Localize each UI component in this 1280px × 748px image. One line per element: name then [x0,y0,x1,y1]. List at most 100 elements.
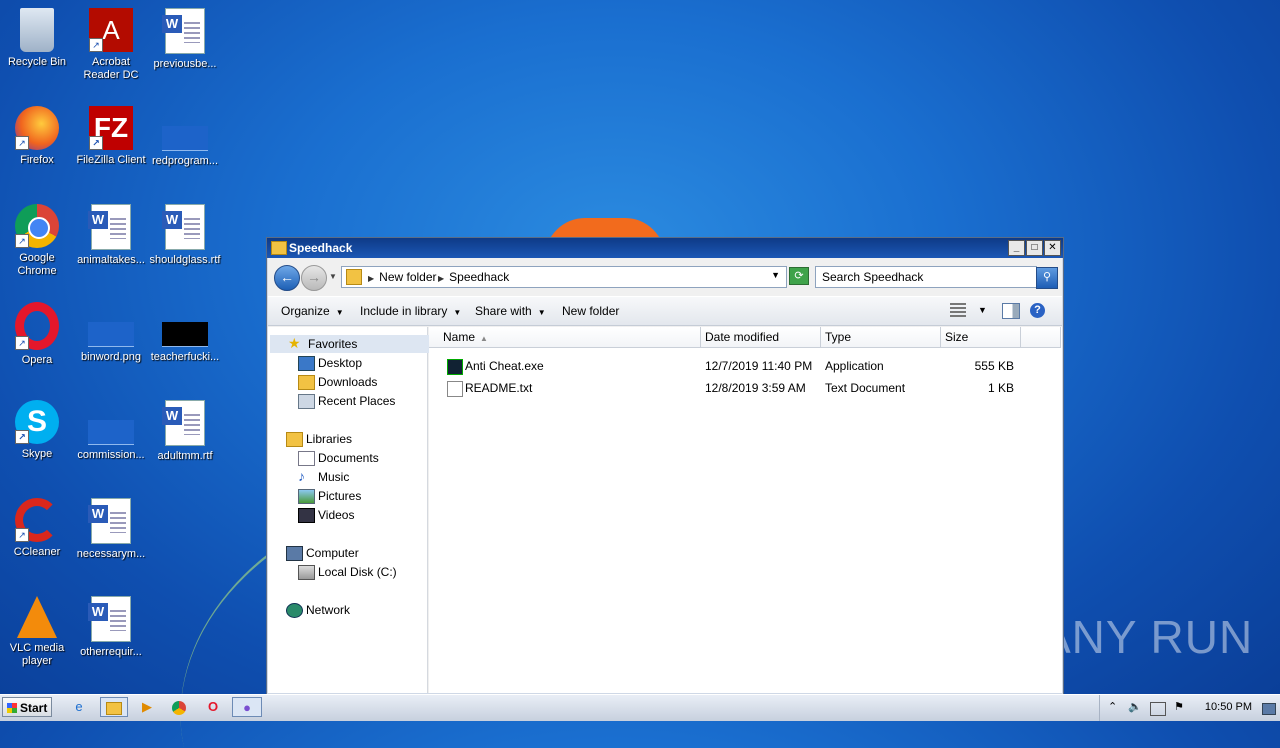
include-in-library-button[interactable]: Include in library ▼ [360,304,461,318]
libraries-icon [286,432,303,447]
column-header-date[interactable]: Date modified [701,327,821,348]
nav-documents[interactable]: Documents [298,449,379,467]
command-bar: Organize ▼ Include in library ▼ Share with… [268,296,1062,326]
desktop-icon-otherrequir[interactable]: W otherrequir... [74,596,148,659]
desktop-icon-filezilla[interactable]: FZ ↗ FileZilla Client [74,106,148,167]
desktop-icon-previousbe[interactable]: W previousbe... [148,8,222,71]
desktop-icon-animaltakes[interactable]: W animaltakes... [74,204,148,267]
back-button[interactable]: ← [274,265,300,291]
desktop-icon-ccleaner[interactable]: ↗ CCleaner [0,498,74,559]
vlc-icon [17,596,57,638]
disk-icon [298,565,315,580]
minimize-button[interactable]: _ [1008,240,1025,256]
forward-button[interactable]: → [301,265,327,291]
file-name: Anti Cheat.exe [465,359,544,373]
nav-network[interactable]: Network [286,601,350,619]
action-center-flag-icon[interactable]: ⚑ [1174,700,1184,713]
table-row[interactable]: README.txt 12/8/2019 3:59 AM Text Docume… [429,379,1061,397]
clock[interactable]: 10:50 PM [1205,701,1252,713]
address-box[interactable]: ▶ New folder ▶ Speedhack ▼ [341,266,787,288]
search-icon[interactable]: ⚲ [1036,267,1058,289]
folder-icon [271,241,287,255]
nav-music[interactable]: ♪ Music [298,468,349,486]
desktop-icon-label: shouldglass.rtf [149,254,221,266]
organize-button[interactable]: Organize ▼ [281,304,344,318]
breadcrumb-speedhack[interactable]: ▶ Speedhack [438,270,509,284]
taskbar-ie-icon[interactable]: e [68,697,90,717]
table-row[interactable]: Anti Cheat.exe 12/7/2019 11:40 PM Applic… [429,357,1061,375]
taskbar-media-player-icon[interactable]: ▶ [136,697,158,717]
desktop-icon-commission[interactable]: commission... [74,400,148,462]
desktop-icon-chrome[interactable]: ↗ Google Chrome [0,204,74,278]
desktop-icon-skype[interactable]: S ↗ Skype [0,400,74,461]
image-file-icon [162,322,208,347]
volume-icon[interactable]: 🔈 [1128,700,1142,713]
desktop-icon-firefox[interactable]: ↗ Firefox [0,106,74,167]
breadcrumb-new-folder[interactable]: ▶ New folder [368,270,437,284]
desktop-icon-binword[interactable]: binword.png [74,302,148,364]
show-desktop-icon[interactable] [1262,703,1276,715]
address-dropdown-icon[interactable]: ▼ [771,270,780,280]
desktop-icon-recycle-bin[interactable]: Recycle Bin [0,8,74,69]
sort-ascending-icon: ▲ [480,334,488,343]
taskbar-app-icon[interactable]: ● [232,697,262,717]
nav-pictures[interactable]: Pictures [298,487,361,505]
taskbar-opera-icon[interactable]: O [202,697,224,717]
desktop-icon-shouldglass[interactable]: W shouldglass.rtf [148,204,222,267]
image-file-icon [88,322,134,347]
column-header-size[interactable]: Size [941,327,1021,348]
nav-videos[interactable]: Videos [298,506,354,524]
search-placeholder: Search Speedhack [822,270,924,284]
desktop-icon-label: otherrequir... [80,646,142,658]
file-date: 12/7/2019 11:40 PM [705,359,813,373]
column-header-name[interactable]: Name ▲ [429,327,701,348]
desktop-icon-label: Firefox [20,154,54,166]
skype-icon: S ↗ [15,400,59,444]
desktop-icon-label: redprogram... [151,155,219,167]
preview-pane-icon[interactable] [1002,303,1020,319]
maximize-button[interactable]: □ [1026,240,1043,256]
word-doc-icon: W [88,204,131,250]
window-titlebar[interactable]: Speedhack _ □ ✕ [267,238,1063,258]
desktop-icon-label: binword.png [81,351,141,363]
view-options-icon[interactable] [950,303,966,317]
desktop-icon-redprogram[interactable]: redprogram... [148,106,222,168]
firefox-icon: ↗ [15,106,59,150]
nav-recent-places[interactable]: Recent Places [298,392,395,410]
desktop-icon-label: previousbe... [153,58,217,70]
search-input[interactable]: Search Speedhack ⚲ [815,266,1058,289]
refresh-icon[interactable]: ⟳ [789,267,809,285]
nav-libraries[interactable]: Libraries [286,430,352,448]
share-with-button[interactable]: Share with ▼ [475,304,546,318]
nav-downloads[interactable]: Downloads [298,373,377,391]
file-size: 1 KB [987,381,1014,395]
nav-desktop[interactable]: Desktop [298,354,362,372]
desktop-icon-necessarym[interactable]: W necessarym... [74,498,148,561]
music-icon: ♪ [298,468,305,484]
taskbar-chrome-icon[interactable] [168,697,190,717]
new-folder-button[interactable]: New folder [562,304,619,318]
word-doc-icon: W [162,400,205,446]
close-button[interactable]: ✕ [1044,240,1061,256]
anyrun-watermark: ANY RUN [1040,611,1254,663]
column-header-type[interactable]: Type [821,327,941,348]
desktop-icon-teacherfucki[interactable]: teacherfucki... [148,302,222,364]
start-button[interactable]: Start [2,697,52,717]
show-hidden-icons-icon[interactable]: ⌃ [1108,700,1117,713]
help-icon[interactable]: ? [1030,303,1045,318]
desktop-icon-opera[interactable]: ↗ Opera [0,302,74,367]
nav-favorites[interactable]: ★ Favorites [270,335,443,353]
star-icon: ★ [288,335,301,351]
desktop-icon-acrobat[interactable]: A ↗ Acrobat Reader DC [74,8,148,82]
nav-computer[interactable]: Computer [286,544,359,562]
network-status-icon[interactable] [1150,702,1166,716]
desktop-icon-adultmm[interactable]: W adultmm.rtf [148,400,222,463]
file-type: Text Document [825,381,906,395]
desktop-icon-vlc[interactable]: VLC media player [0,596,74,668]
view-dropdown-icon[interactable]: ▼ [978,305,987,315]
desktop-icon-label: Google Chrome [17,252,57,277]
opera-icon: ↗ [15,302,59,350]
recent-pages-dropdown[interactable]: ▼ [329,272,337,281]
nav-local-disk[interactable]: Local Disk (C:) [298,563,397,581]
taskbar-explorer-icon[interactable] [100,697,128,717]
